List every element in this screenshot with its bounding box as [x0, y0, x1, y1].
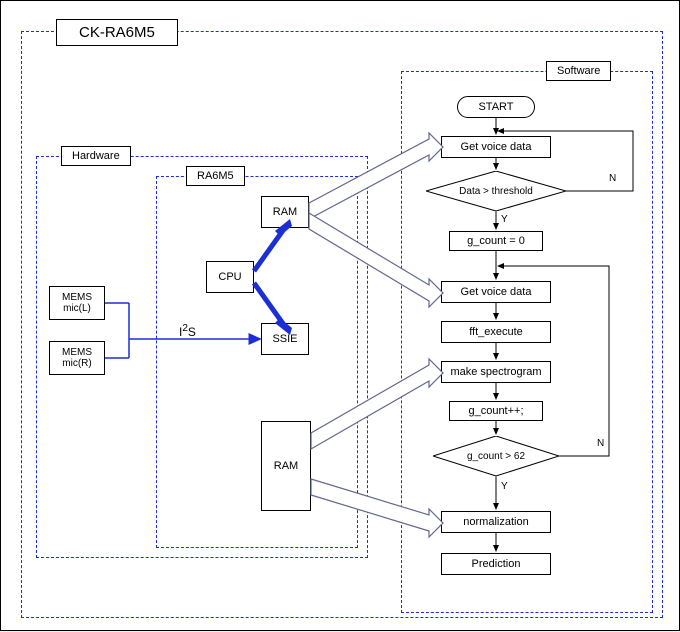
software-title: Software: [546, 61, 611, 81]
flow-fft: fft_execute: [441, 321, 551, 343]
cpu-label: CPU: [218, 271, 241, 283]
flow-fft-label: fft_execute: [469, 326, 523, 338]
flow-decision-gcount: g_count > 62: [433, 436, 559, 476]
flow-get1-label: Get voice data: [461, 141, 532, 153]
ram-bottom-label: RAM: [274, 460, 298, 472]
flow-gcount-0: g_count = 0: [449, 231, 543, 251]
i2s-bus-label: I2S: [179, 323, 196, 339]
ram-top-label: RAM: [273, 206, 297, 218]
ck-ra6m5-title: CK-RA6M5: [56, 19, 178, 46]
hardware-title-text: Hardware: [72, 150, 120, 162]
flow-spec-label: make spectrogram: [450, 366, 541, 378]
dec2-n: N: [597, 438, 604, 449]
dec1-y: Y: [501, 214, 508, 225]
ra6m5-group: [156, 176, 358, 548]
flow-prediction: Prediction: [441, 553, 551, 575]
flow-decision-threshold: Data > threshold: [426, 171, 566, 211]
cpu: CPU: [206, 261, 254, 293]
flow-start-label: START: [478, 101, 513, 113]
flow-spectrogram: make spectrogram: [441, 361, 551, 383]
flow-get-voice-1: Get voice data: [441, 136, 551, 158]
mems-mic-r-label: MEMS mic(R): [49, 341, 105, 375]
flow-get-voice-2: Get voice data: [441, 281, 551, 303]
flow-norm-label: normalization: [463, 516, 528, 528]
flow-dec2-label: g_count > 62: [433, 436, 559, 476]
i2s-s: S: [188, 325, 196, 339]
ssie: SSIE: [261, 323, 309, 355]
software-title-text: Software: [557, 65, 600, 77]
diagram-frame: CK-RA6M5 Hardware RA6M5 Software MEMS mi…: [0, 0, 680, 631]
flow-get2-label: Get voice data: [461, 286, 532, 298]
dec1-n: N: [609, 173, 616, 184]
ram-top: RAM: [261, 196, 309, 228]
ssie-label: SSIE: [272, 333, 297, 345]
flow-dec1-label: Data > threshold: [426, 171, 566, 211]
hardware-title: Hardware: [61, 146, 131, 166]
ra6m5-title: RA6M5: [186, 166, 245, 186]
dec2-y: Y: [501, 481, 508, 492]
flow-gcount0-label: g_count = 0: [467, 235, 525, 247]
ra6m5-title-text: RA6M5: [197, 170, 234, 182]
flow-start: START: [457, 96, 535, 118]
mems-mic-l-label: MEMS mic(L): [49, 286, 105, 320]
flow-inc-label: g_count++;: [468, 405, 523, 417]
flow-gcount-inc: g_count++;: [449, 401, 543, 421]
flow-pred-label: Prediction: [472, 558, 521, 570]
ram-bottom: RAM: [261, 421, 311, 511]
ck-title-text: CK-RA6M5: [79, 24, 155, 41]
flow-normalization: normalization: [441, 511, 551, 533]
